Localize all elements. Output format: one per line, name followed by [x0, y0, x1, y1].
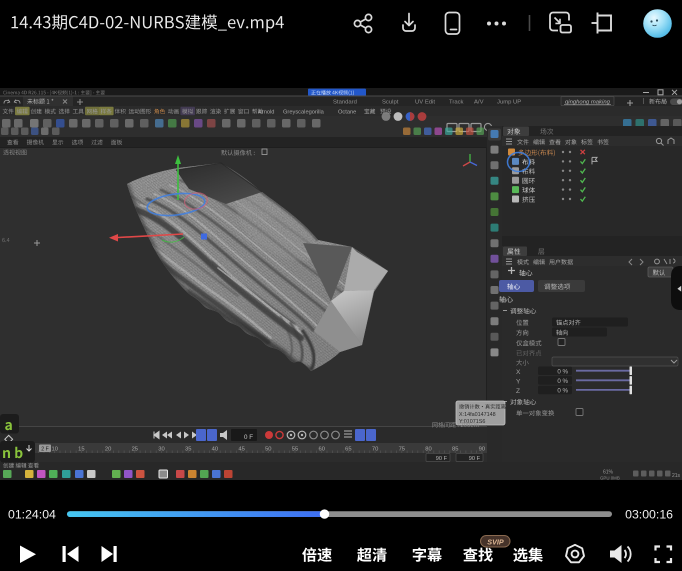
svg-text:A/V: A/V	[474, 99, 484, 105]
svg-text:01:24:04: 01:24:04	[8, 508, 56, 522]
svg-text:Arnold: Arnold	[258, 109, 274, 115]
svg-text:SVIP: SVIP	[487, 537, 504, 546]
svg-text:X: X	[516, 369, 521, 376]
svg-text:0 %: 0 %	[557, 388, 568, 395]
svg-text:X:14fa0147148: X:14fa0147148	[459, 412, 496, 418]
svg-text:0 %: 0 %	[557, 368, 568, 375]
svg-text:Z: Z	[516, 388, 520, 395]
svg-text:Greyscalegorilla: Greyscalegorilla	[283, 109, 325, 115]
svg-text:GPU 0MB: GPU 0MB	[600, 476, 620, 481]
svg-text:Sculpt: Sculpt	[382, 99, 399, 105]
svg-text:Y: Y	[516, 378, 521, 385]
svg-text:Standard: Standard	[333, 99, 357, 105]
svg-text:UV Edit: UV Edit	[415, 99, 435, 105]
svg-text:21s: 21s	[672, 473, 681, 479]
svg-text:Octane: Octane	[338, 109, 356, 115]
svg-text:0 %: 0 %	[557, 378, 568, 385]
svg-text:90 F: 90 F	[436, 456, 448, 462]
svg-text:Track: Track	[449, 99, 464, 105]
svg-text:Jump UP: Jump UP	[497, 99, 521, 105]
svg-text:90 F: 90 F	[469, 456, 481, 462]
svg-text:03:00:16: 03:00:16	[625, 508, 673, 522]
svg-text:0 F: 0 F	[244, 434, 253, 441]
svg-text:2 F: 2 F	[41, 446, 49, 452]
